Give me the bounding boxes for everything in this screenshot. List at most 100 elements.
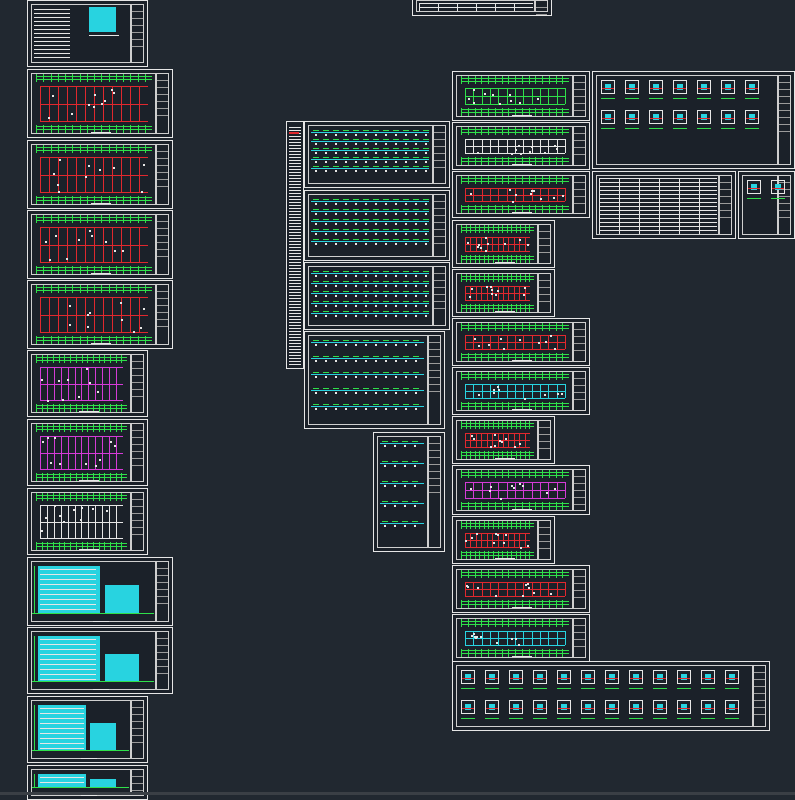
detail-dimension (485, 718, 499, 719)
dimension-tick (99, 493, 100, 501)
dimension-tick (475, 225, 476, 233)
column-mark (553, 197, 555, 199)
sheet-right-plan-3[interactable] (452, 171, 590, 218)
dimension-tick (549, 619, 550, 627)
pile-mark (345, 134, 347, 136)
sheet-left-plan-4[interactable] (27, 280, 173, 349)
sheet-design-notes[interactable] (27, 0, 148, 67)
dimension-tick (123, 266, 124, 274)
dimension-tick (145, 74, 146, 82)
dimension-tick (502, 176, 503, 184)
dimension-tick (508, 127, 509, 135)
sheet-stair-detail[interactable] (373, 432, 445, 552)
sheet-right-plan-11[interactable] (452, 565, 590, 613)
legend-text-line (289, 175, 301, 176)
column-mark (57, 184, 59, 186)
sheet-column-details[interactable] (452, 661, 770, 731)
column-mark (505, 534, 507, 536)
dimension-tick (481, 402, 482, 410)
wall-line (465, 596, 565, 597)
top-partial-sheet[interactable] (412, 0, 552, 16)
sheet-left-roof-plan[interactable] (27, 488, 148, 555)
dimension-tick (468, 372, 469, 380)
wall-line (557, 88, 558, 104)
pile-mark (425, 143, 427, 145)
dimension-tick (522, 470, 523, 478)
rebar-mark (333, 356, 339, 357)
column-mark (480, 247, 482, 249)
wall-line (465, 631, 466, 645)
rebar-mark (423, 281, 429, 282)
detail-dimension (625, 128, 639, 129)
sheet-left-plan-3[interactable] (27, 210, 173, 279)
sheet-left-plan-1[interactable] (27, 69, 173, 138)
sheet-foundation-3[interactable] (304, 262, 450, 330)
rebar-mark (343, 404, 349, 405)
pile-mark (355, 170, 357, 172)
dimension-tick (542, 372, 543, 380)
dimension-tick (51, 336, 52, 344)
dimension-tick (468, 570, 469, 578)
pile-mark (405, 295, 407, 297)
sheet-right-plan-5[interactable] (452, 269, 555, 317)
column-mark (88, 104, 90, 106)
wall-line (540, 335, 541, 349)
dimension-tick (36, 196, 37, 204)
dimension-tick (488, 521, 489, 529)
dimension-tick (516, 304, 517, 312)
sheet-elevation-2[interactable] (27, 627, 173, 694)
dimension-tick (507, 421, 508, 429)
ground-line (32, 750, 129, 751)
column-mark (97, 391, 99, 393)
detail-section-line (698, 118, 710, 119)
wall-line (482, 88, 483, 104)
sheet-left-plan-5[interactable] (27, 350, 148, 417)
dimension-tick (116, 424, 117, 432)
wall-line (103, 297, 104, 332)
rebar-mark (413, 148, 419, 149)
sheet-foundation-2[interactable] (304, 190, 450, 261)
dimension-tick (468, 502, 469, 510)
sheet-right-plan-7[interactable] (452, 367, 590, 415)
detail-dimension (653, 718, 667, 719)
column-mark (494, 445, 496, 447)
rebar-mark (333, 130, 339, 131)
sheet-right-plan-6[interactable] (452, 318, 590, 366)
sheet-right-plan-9[interactable] (452, 465, 590, 515)
sheet-right-plan-2[interactable] (452, 122, 590, 170)
pile-mark (365, 295, 367, 297)
sheet-right-plan-4[interactable] (452, 220, 555, 268)
rebar-mark (383, 130, 389, 131)
sheet-section-1[interactable] (27, 696, 148, 763)
dimension-tick (481, 649, 482, 657)
drawing-caption (91, 132, 111, 133)
floor-line (40, 584, 96, 585)
pile-mark (414, 445, 416, 447)
dimension-tick (145, 336, 146, 344)
sheet-joint-details[interactable] (592, 71, 795, 169)
dimension-tick (42, 493, 43, 501)
wall-line (465, 482, 466, 498)
rebar-mark (402, 501, 408, 502)
pile-mark (395, 152, 397, 154)
sheet-elevation-1[interactable] (27, 557, 173, 626)
legend-text-line (289, 334, 301, 335)
sheet-right-plan-1[interactable] (452, 71, 590, 121)
rebar-mark (393, 301, 399, 302)
sheet-pile-layout[interactable] (304, 331, 445, 429)
sheet-right-partial[interactable] (738, 171, 795, 239)
sheet-left-plan-6[interactable] (27, 419, 148, 486)
sheet-foundation-1[interactable] (304, 121, 450, 188)
sheet-right-plan-8[interactable] (452, 416, 555, 464)
detail-dimension (677, 718, 691, 719)
cad-model-space[interactable] (0, 0, 795, 800)
sheet-right-plan-12[interactable] (452, 614, 590, 662)
sheet-right-plan-10[interactable] (452, 516, 555, 564)
dimension-tick (461, 205, 462, 213)
sheet-schedule-table[interactable] (592, 171, 736, 239)
pile-mark (425, 275, 427, 277)
dimension-tick (59, 493, 60, 501)
dimension-tick (43, 336, 44, 344)
sheet-left-plan-2[interactable] (27, 140, 173, 209)
wall-line (75, 367, 76, 400)
